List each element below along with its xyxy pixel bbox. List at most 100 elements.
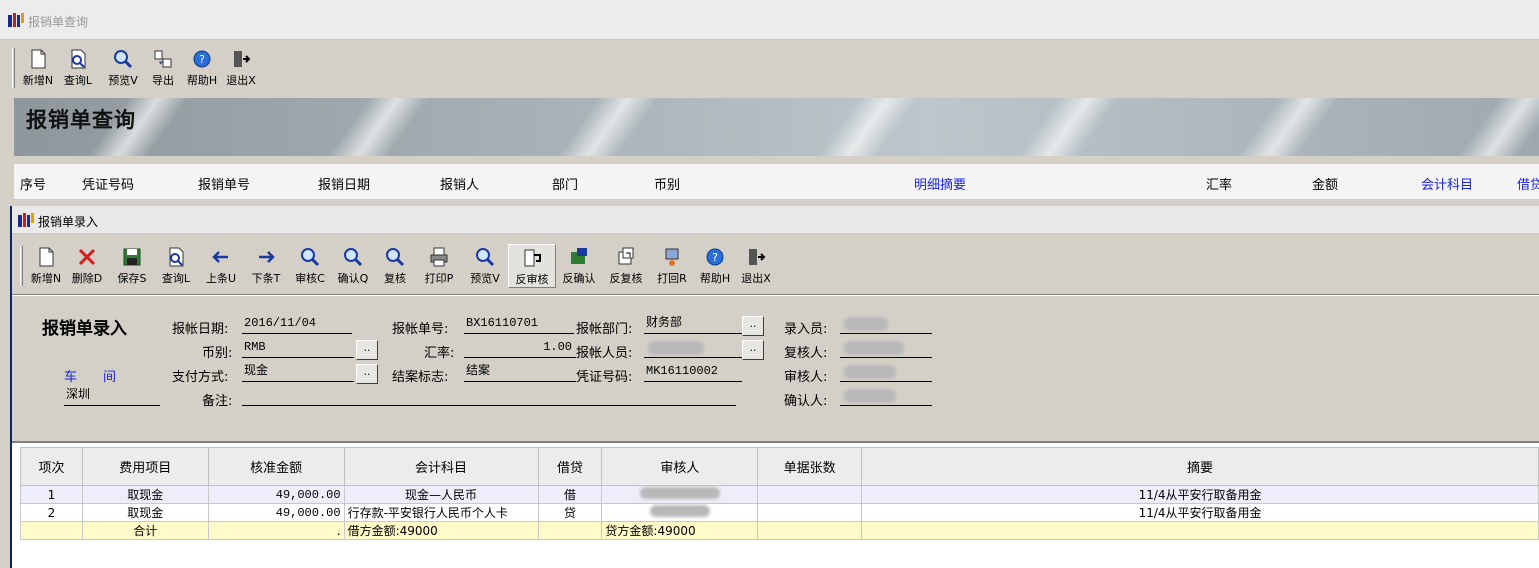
redacted-name <box>639 487 720 499</box>
person-lookup-button[interactable]: .. <box>742 340 764 360</box>
new-button[interactable]: 新增N <box>21 46 55 90</box>
delete-x-icon <box>78 248 96 266</box>
workshop-label[interactable]: 车 间 <box>64 366 116 385</box>
entry-person-field[interactable] <box>840 314 932 334</box>
audit-button[interactable]: 审核C <box>289 244 331 288</box>
total-row: 合计 . 借方金额:49000 贷方金额:49000 <box>20 521 1539 540</box>
bill-no-field[interactable]: BX16110701 <box>464 314 574 334</box>
arrow-right-icon <box>259 251 275 263</box>
column-header[interactable]: 报销日期 <box>318 174 370 193</box>
currency-lookup-button[interactable]: .. <box>356 340 378 360</box>
table-header-row: 项次 费用项目 核准金额 会计科目 借贷 审核人 单据张数 摘要 <box>20 447 1539 486</box>
table-row[interactable]: 1 取现金 49,000.00 现金—人民币 借 11/4从平安行取备用金 <box>20 485 1539 504</box>
date-field[interactable]: 2016/11/04 <box>242 314 352 334</box>
unaudit-button[interactable]: 反审核 <box>508 244 556 288</box>
cell-account[interactable]: 行存款-平安银行人民币个人卡 <box>343 503 539 522</box>
preview-button[interactable]: 预览V <box>101 46 145 90</box>
reviewer-field[interactable] <box>840 338 932 358</box>
currency-field[interactable]: RMB <box>242 338 354 358</box>
location-field[interactable]: 深圳 <box>64 386 160 406</box>
cell-doc-count[interactable] <box>757 485 863 504</box>
cell-summary[interactable]: 11/4从平安行取备用金 <box>861 503 1539 522</box>
preview-button[interactable]: 预览V <box>463 244 507 288</box>
column-header[interactable]: 项次 <box>20 447 83 486</box>
print-button[interactable]: 打印P <box>416 244 462 288</box>
cell-item[interactable]: 取现金 <box>81 503 209 522</box>
cell-account[interactable]: 现金—人民币 <box>343 485 539 504</box>
rate-label: 汇率: <box>424 346 455 361</box>
column-header[interactable]: 报销单号 <box>198 174 250 193</box>
column-header[interactable]: 币别 <box>654 174 680 193</box>
redacted-name <box>649 505 710 517</box>
return-stamp-icon <box>665 248 679 266</box>
dept-lookup-button[interactable]: .. <box>742 316 764 336</box>
payment-field[interactable]: 现金 <box>242 362 354 382</box>
column-header[interactable]: 明细摘要 <box>914 174 966 193</box>
help-button[interactable]: ? 帮助H <box>181 46 223 90</box>
column-header[interactable]: 会计科目 <box>1421 174 1473 193</box>
floppy-disk-icon <box>123 248 141 266</box>
delete-button[interactable]: 删除D <box>64 244 110 288</box>
table-row[interactable]: 2 取现金 49,000.00 行存款-平安银行人民币个人卡 贷 11/4从平安… <box>20 503 1539 522</box>
help-icon: ? <box>706 248 724 266</box>
auditor-field[interactable] <box>840 362 932 382</box>
toolbar-grip[interactable] <box>12 48 15 88</box>
cell-amount[interactable]: 49,000.00 <box>207 485 345 504</box>
next-record-button[interactable]: 下条T <box>244 244 288 288</box>
return-button[interactable]: 打回R <box>651 244 693 288</box>
person-field[interactable] <box>644 338 742 358</box>
export-button[interactable]: 导出 <box>145 46 181 90</box>
unconfirm-button[interactable]: 反确认 <box>557 244 601 288</box>
exit-door-icon <box>234 51 251 67</box>
column-header[interactable]: 报销人 <box>440 174 479 193</box>
cell-seq[interactable]: 2 <box>20 503 83 522</box>
column-header[interactable]: 费用项目 <box>81 447 209 486</box>
column-header[interactable]: 汇率 <box>1206 174 1232 193</box>
remark-field[interactable] <box>242 386 736 406</box>
payment-lookup-button[interactable]: .. <box>356 364 378 384</box>
cell-dc[interactable]: 贷 <box>537 503 603 522</box>
column-header[interactable]: 会计科目 <box>343 447 539 486</box>
person-label: 报帐人员: <box>576 346 633 361</box>
voucher-field[interactable]: MK16110002 <box>644 362 742 382</box>
query-button[interactable]: 查询L <box>55 46 101 90</box>
confirmer-field[interactable] <box>840 386 932 406</box>
column-header[interactable]: 部门 <box>552 174 578 193</box>
redacted-name <box>844 389 896 403</box>
column-header[interactable]: 序号 <box>20 174 46 193</box>
cell-seq[interactable]: 1 <box>20 485 83 504</box>
reviewer-label: 复核人: <box>784 346 828 361</box>
cell-item[interactable]: 取现金 <box>81 485 209 504</box>
new-button[interactable]: 新增N <box>29 244 63 288</box>
column-header[interactable]: 摘要 <box>861 447 1539 486</box>
cell-amount[interactable]: 49,000.00 <box>207 503 345 522</box>
rate-field[interactable]: 1.00 <box>464 338 576 358</box>
cell-summary[interactable]: 11/4从平安行取备用金 <box>861 485 1539 504</box>
query-button[interactable]: 查询L <box>154 244 198 288</box>
exit-button[interactable]: 退出X <box>223 46 259 90</box>
toolbar-grip[interactable] <box>20 246 23 286</box>
column-header[interactable]: 借贷 <box>537 447 603 486</box>
magnifier-icon <box>114 50 133 69</box>
column-header[interactable]: 核准金额 <box>207 447 345 486</box>
recheck-button[interactable]: 复核 <box>375 244 415 288</box>
app-icon <box>8 13 24 27</box>
dept-field[interactable]: 财务部 <box>644 314 742 334</box>
cell-auditor[interactable] <box>601 485 759 504</box>
column-header[interactable]: 借贷 <box>1517 174 1539 193</box>
exit-button[interactable]: 退出X <box>737 244 775 288</box>
cell-doc-count[interactable] <box>757 503 863 522</box>
help-button[interactable]: ? 帮助H <box>694 244 736 288</box>
unrecheck-button[interactable]: 反复核 <box>602 244 650 288</box>
column-header[interactable]: 金额 <box>1312 174 1338 193</box>
cell-dc[interactable]: 借 <box>537 485 603 504</box>
closed-field[interactable]: 结案 <box>464 362 576 382</box>
cell-auditor[interactable] <box>601 503 759 522</box>
column-header[interactable]: 审核人 <box>601 447 759 486</box>
redacted-name <box>844 365 896 379</box>
confirm-button[interactable]: 确认Q <box>332 244 374 288</box>
column-header[interactable]: 单据张数 <box>757 447 863 486</box>
column-header[interactable]: 凭证号码 <box>82 174 134 193</box>
save-button[interactable]: 保存S <box>111 244 153 288</box>
previous-record-button[interactable]: 上条U <box>199 244 243 288</box>
